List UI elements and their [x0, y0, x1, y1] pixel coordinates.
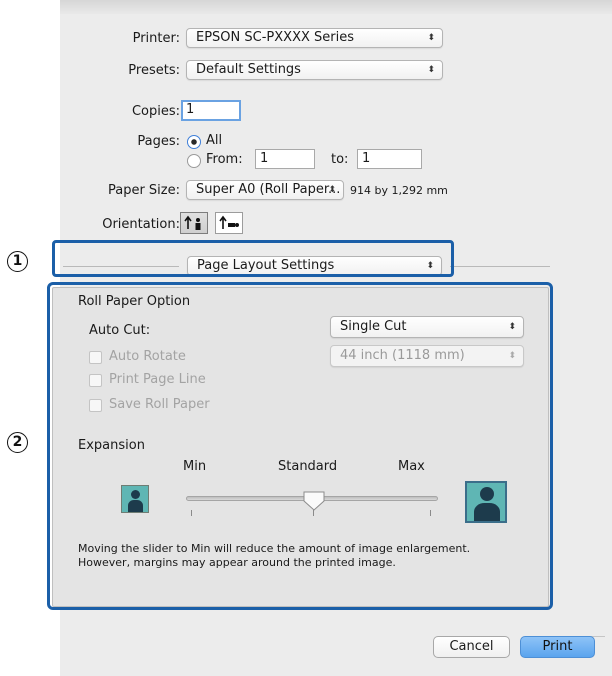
- printer-value: EPSON SC-PXXXX Series: [196, 30, 354, 45]
- popup-arrows-icon: ⬍: [508, 322, 516, 332]
- popup-arrows-icon: ⬍: [508, 351, 516, 361]
- print-page-line-checkbox[interactable]: [89, 374, 102, 387]
- auto-cut-value: Single Cut: [340, 319, 407, 334]
- pages-from-radio[interactable]: [187, 154, 201, 168]
- pages-to-label: to:: [331, 152, 349, 167]
- person-icon: [480, 487, 494, 501]
- presets-value: Default Settings: [196, 62, 301, 77]
- presets-popup[interactable]: Default Settings ⬍: [186, 60, 443, 80]
- auto-cut-popup[interactable]: Single Cut ⬍: [330, 316, 524, 338]
- expansion-note-line-1: Moving the slider to Min will reduce the…: [78, 542, 471, 555]
- divider: [450, 266, 550, 267]
- pages-from-field[interactable]: 1: [255, 149, 315, 169]
- callout-box-1: [52, 240, 454, 277]
- popup-arrows-icon: ⬍: [427, 33, 435, 43]
- print-page-line-label: Print Page Line: [109, 372, 206, 387]
- title-bar: [60, 0, 612, 14]
- expansion-slider-thumb[interactable]: [302, 490, 326, 512]
- expansion-standard-label: Standard: [278, 459, 338, 474]
- orientation-label: Orientation:: [102, 217, 180, 232]
- roll-width-popup[interactable]: 44 inch (1118 mm) ⬍: [330, 345, 524, 367]
- expansion-title: Expansion: [78, 438, 145, 453]
- pages-to-field[interactable]: 1: [357, 149, 422, 169]
- callout-number-2: 2: [7, 432, 28, 453]
- callout-number-1: 1: [7, 251, 28, 272]
- auto-cut-label: Auto Cut:: [89, 323, 151, 338]
- popup-arrows-icon: ⬍: [427, 65, 435, 75]
- paper-size-popup[interactable]: Super A0 (Roll Paper... ⬍: [186, 180, 344, 200]
- paper-size-label: Paper Size:: [107, 183, 180, 198]
- orientation-landscape-button[interactable]: [215, 212, 243, 234]
- pages-all-label: All: [206, 133, 223, 148]
- pages-label: Pages:: [137, 134, 180, 149]
- slider-tick: [430, 510, 431, 516]
- popup-arrows-icon: ⬍: [328, 185, 336, 195]
- expansion-min-label: Min: [183, 459, 207, 474]
- save-roll-paper-checkbox[interactable]: [89, 399, 102, 412]
- presets-label: Presets:: [128, 63, 180, 78]
- paper-dimensions: 914 by 1,292 mm: [350, 184, 448, 197]
- cancel-button[interactable]: Cancel: [433, 636, 510, 658]
- person-icon: [131, 490, 140, 499]
- slider-tick: [191, 510, 192, 516]
- roll-width-value: 44 inch (1118 mm): [340, 348, 465, 363]
- printer-popup[interactable]: EPSON SC-PXXXX Series ⬍: [186, 28, 443, 48]
- max-preview-icon: [465, 481, 507, 523]
- expansion-max-label: Max: [398, 459, 425, 474]
- portrait-icon: [184, 215, 201, 230]
- paper-size-value: Super A0 (Roll Paper...: [196, 182, 341, 197]
- expansion-note-line-2: However, margins may appear around the p…: [78, 556, 396, 569]
- print-button[interactable]: Print: [520, 636, 595, 658]
- min-preview-icon: [121, 485, 149, 513]
- pages-all-radio[interactable]: [187, 135, 201, 149]
- landscape-icon: [219, 215, 239, 229]
- save-roll-paper-label: Save Roll Paper: [109, 397, 210, 412]
- copies-label: Copies:: [131, 104, 180, 119]
- copies-field[interactable]: 1: [181, 100, 241, 121]
- pages-from-label: From:: [206, 152, 243, 167]
- auto-rotate-checkbox[interactable]: [89, 351, 102, 364]
- printer-label: Printer:: [132, 31, 180, 46]
- auto-rotate-label: Auto Rotate: [109, 349, 186, 364]
- orientation-portrait-button[interactable]: [180, 212, 208, 234]
- roll-paper-title: Roll Paper Option: [78, 294, 191, 309]
